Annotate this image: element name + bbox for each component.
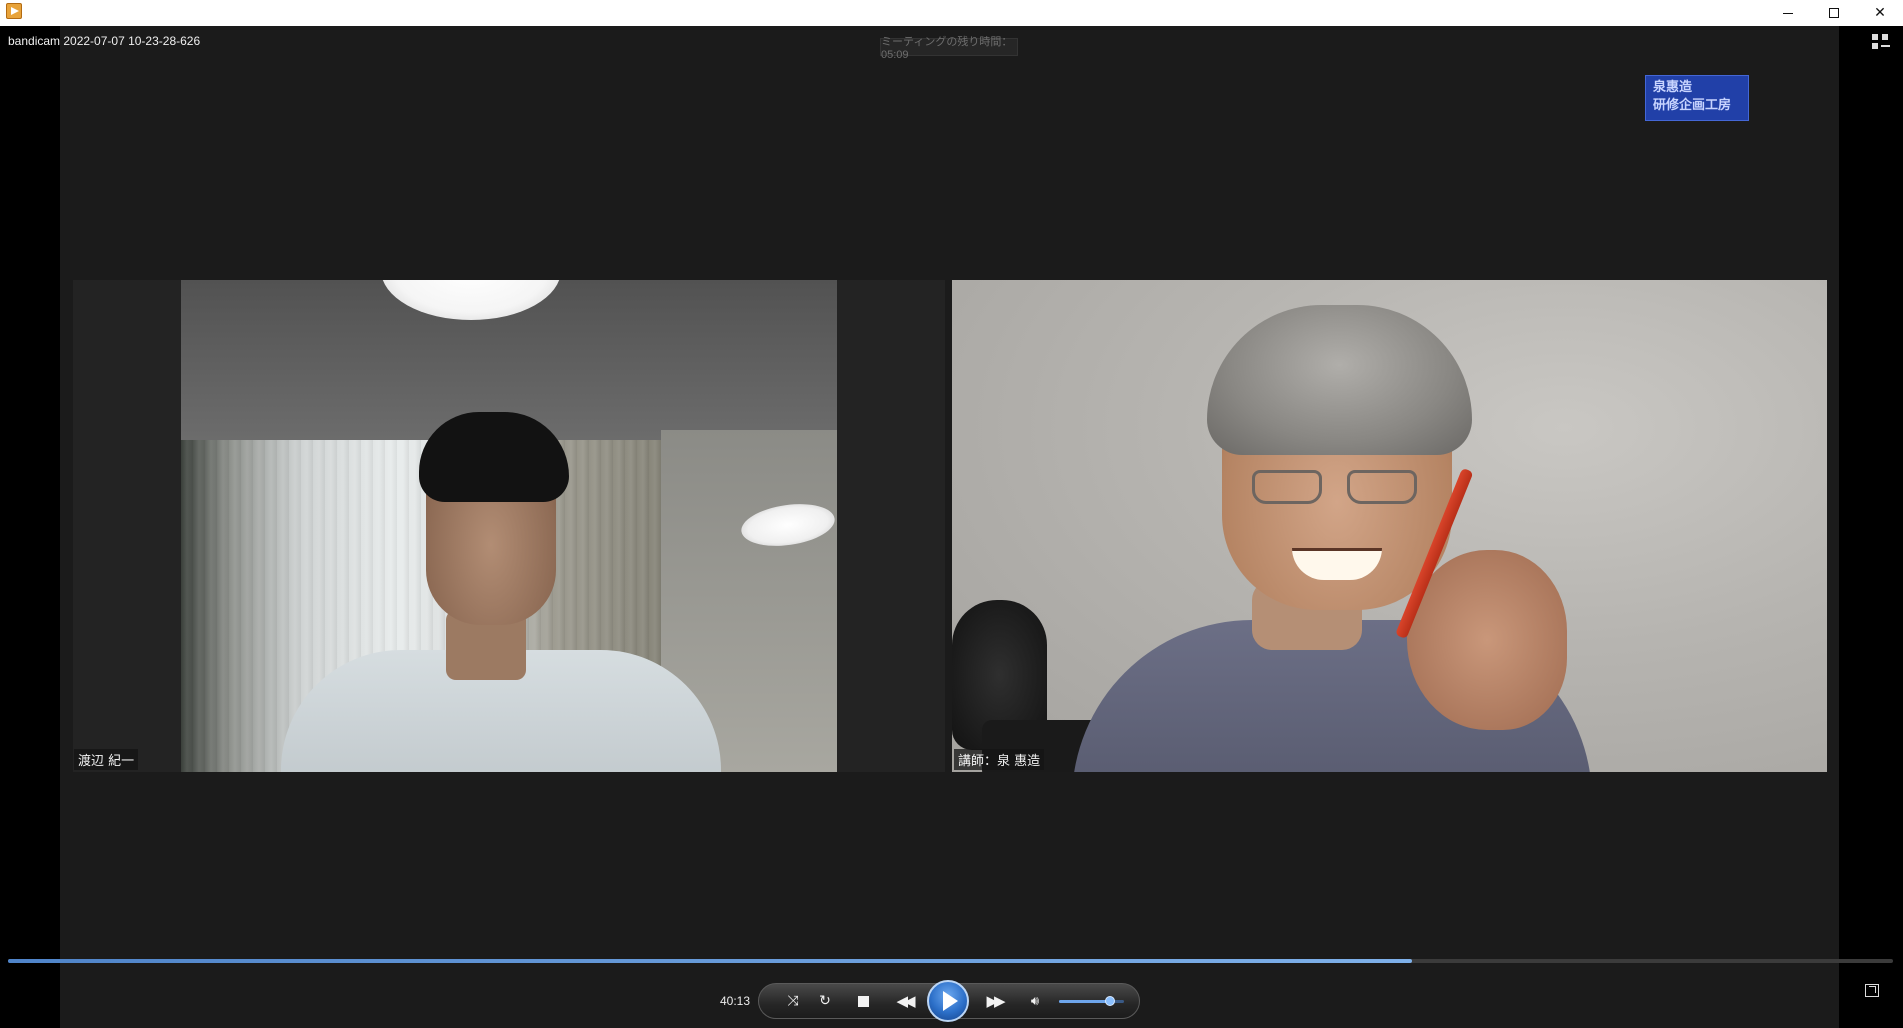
next-icon: ▶▶ bbox=[986, 992, 1005, 1010]
media-player-window: ✕ bandicam 2022-07-07 10-23-28-626 ミーティン… bbox=[0, 0, 1903, 1028]
volume-slider[interactable] bbox=[1059, 996, 1124, 1006]
layout-toggle-icon[interactable] bbox=[1872, 34, 1890, 50]
logo-line-2: 研修企画工房 bbox=[1653, 98, 1732, 113]
maximize-icon bbox=[1829, 8, 1839, 18]
play-icon bbox=[942, 991, 958, 1011]
switch-to-library-icon[interactable] bbox=[1865, 984, 1879, 997]
title-bar[interactable]: ✕ bbox=[0, 0, 1903, 26]
logo-line-1: 泉惠造 bbox=[1653, 80, 1693, 95]
brand-logo: 泉惠造 研修企画工房 bbox=[1645, 75, 1749, 121]
ceiling-light bbox=[381, 280, 561, 320]
playback-controls: ⤨ ↻ ◀◀ ▶▶ 🔊︎ bbox=[758, 980, 1140, 1022]
stop-button[interactable] bbox=[849, 984, 877, 1018]
close-button[interactable]: ✕ bbox=[1857, 0, 1903, 26]
seek-bar[interactable] bbox=[8, 959, 1893, 963]
participant-name-label: 講師：泉 惠造 bbox=[954, 749, 1045, 770]
volume-slider-handle[interactable] bbox=[1104, 996, 1115, 1006]
meeting-remaining-time: ミーティングの残り時間：05:09 bbox=[880, 36, 1018, 61]
previous-button[interactable]: ◀◀ bbox=[884, 984, 924, 1018]
next-button[interactable]: ▶▶ bbox=[974, 984, 1014, 1018]
participant-name-label: 渡辺 紀一 bbox=[74, 749, 139, 770]
glasses bbox=[1252, 470, 1427, 510]
elapsed-time: 40:13 bbox=[720, 994, 751, 1008]
maximize-button[interactable] bbox=[1811, 0, 1857, 26]
previous-icon: ◀◀ bbox=[896, 992, 915, 1010]
file-name-label: bandicam 2022-07-07 10-23-28-626 bbox=[8, 34, 201, 48]
play-button[interactable] bbox=[927, 980, 969, 1022]
repeat-icon: ↻ bbox=[819, 993, 831, 1009]
participant-video-left bbox=[181, 280, 837, 772]
minimize-icon bbox=[1783, 12, 1793, 14]
volume-level bbox=[1059, 1000, 1110, 1003]
seek-bar-progress bbox=[8, 959, 1413, 963]
shuffle-button[interactable]: ⤨ bbox=[779, 984, 807, 1018]
repeat-button[interactable]: ↻ bbox=[811, 984, 839, 1018]
participant-video-right bbox=[952, 280, 1827, 772]
shuffle-icon: ⤨ bbox=[787, 993, 799, 1009]
stop-icon bbox=[857, 995, 869, 1007]
media-player-app-icon[interactable] bbox=[6, 3, 22, 19]
volume-icon: 🔊︎ bbox=[1030, 993, 1040, 1009]
close-icon: ✕ bbox=[1874, 5, 1886, 21]
participant-tile-right[interactable]: 講師：泉 惠造 bbox=[952, 280, 1827, 772]
participant-tile-left[interactable]: 渡辺 紀一 bbox=[73, 280, 945, 772]
mute-button[interactable]: 🔊︎ bbox=[1021, 984, 1049, 1018]
minimize-button[interactable] bbox=[1765, 0, 1811, 26]
